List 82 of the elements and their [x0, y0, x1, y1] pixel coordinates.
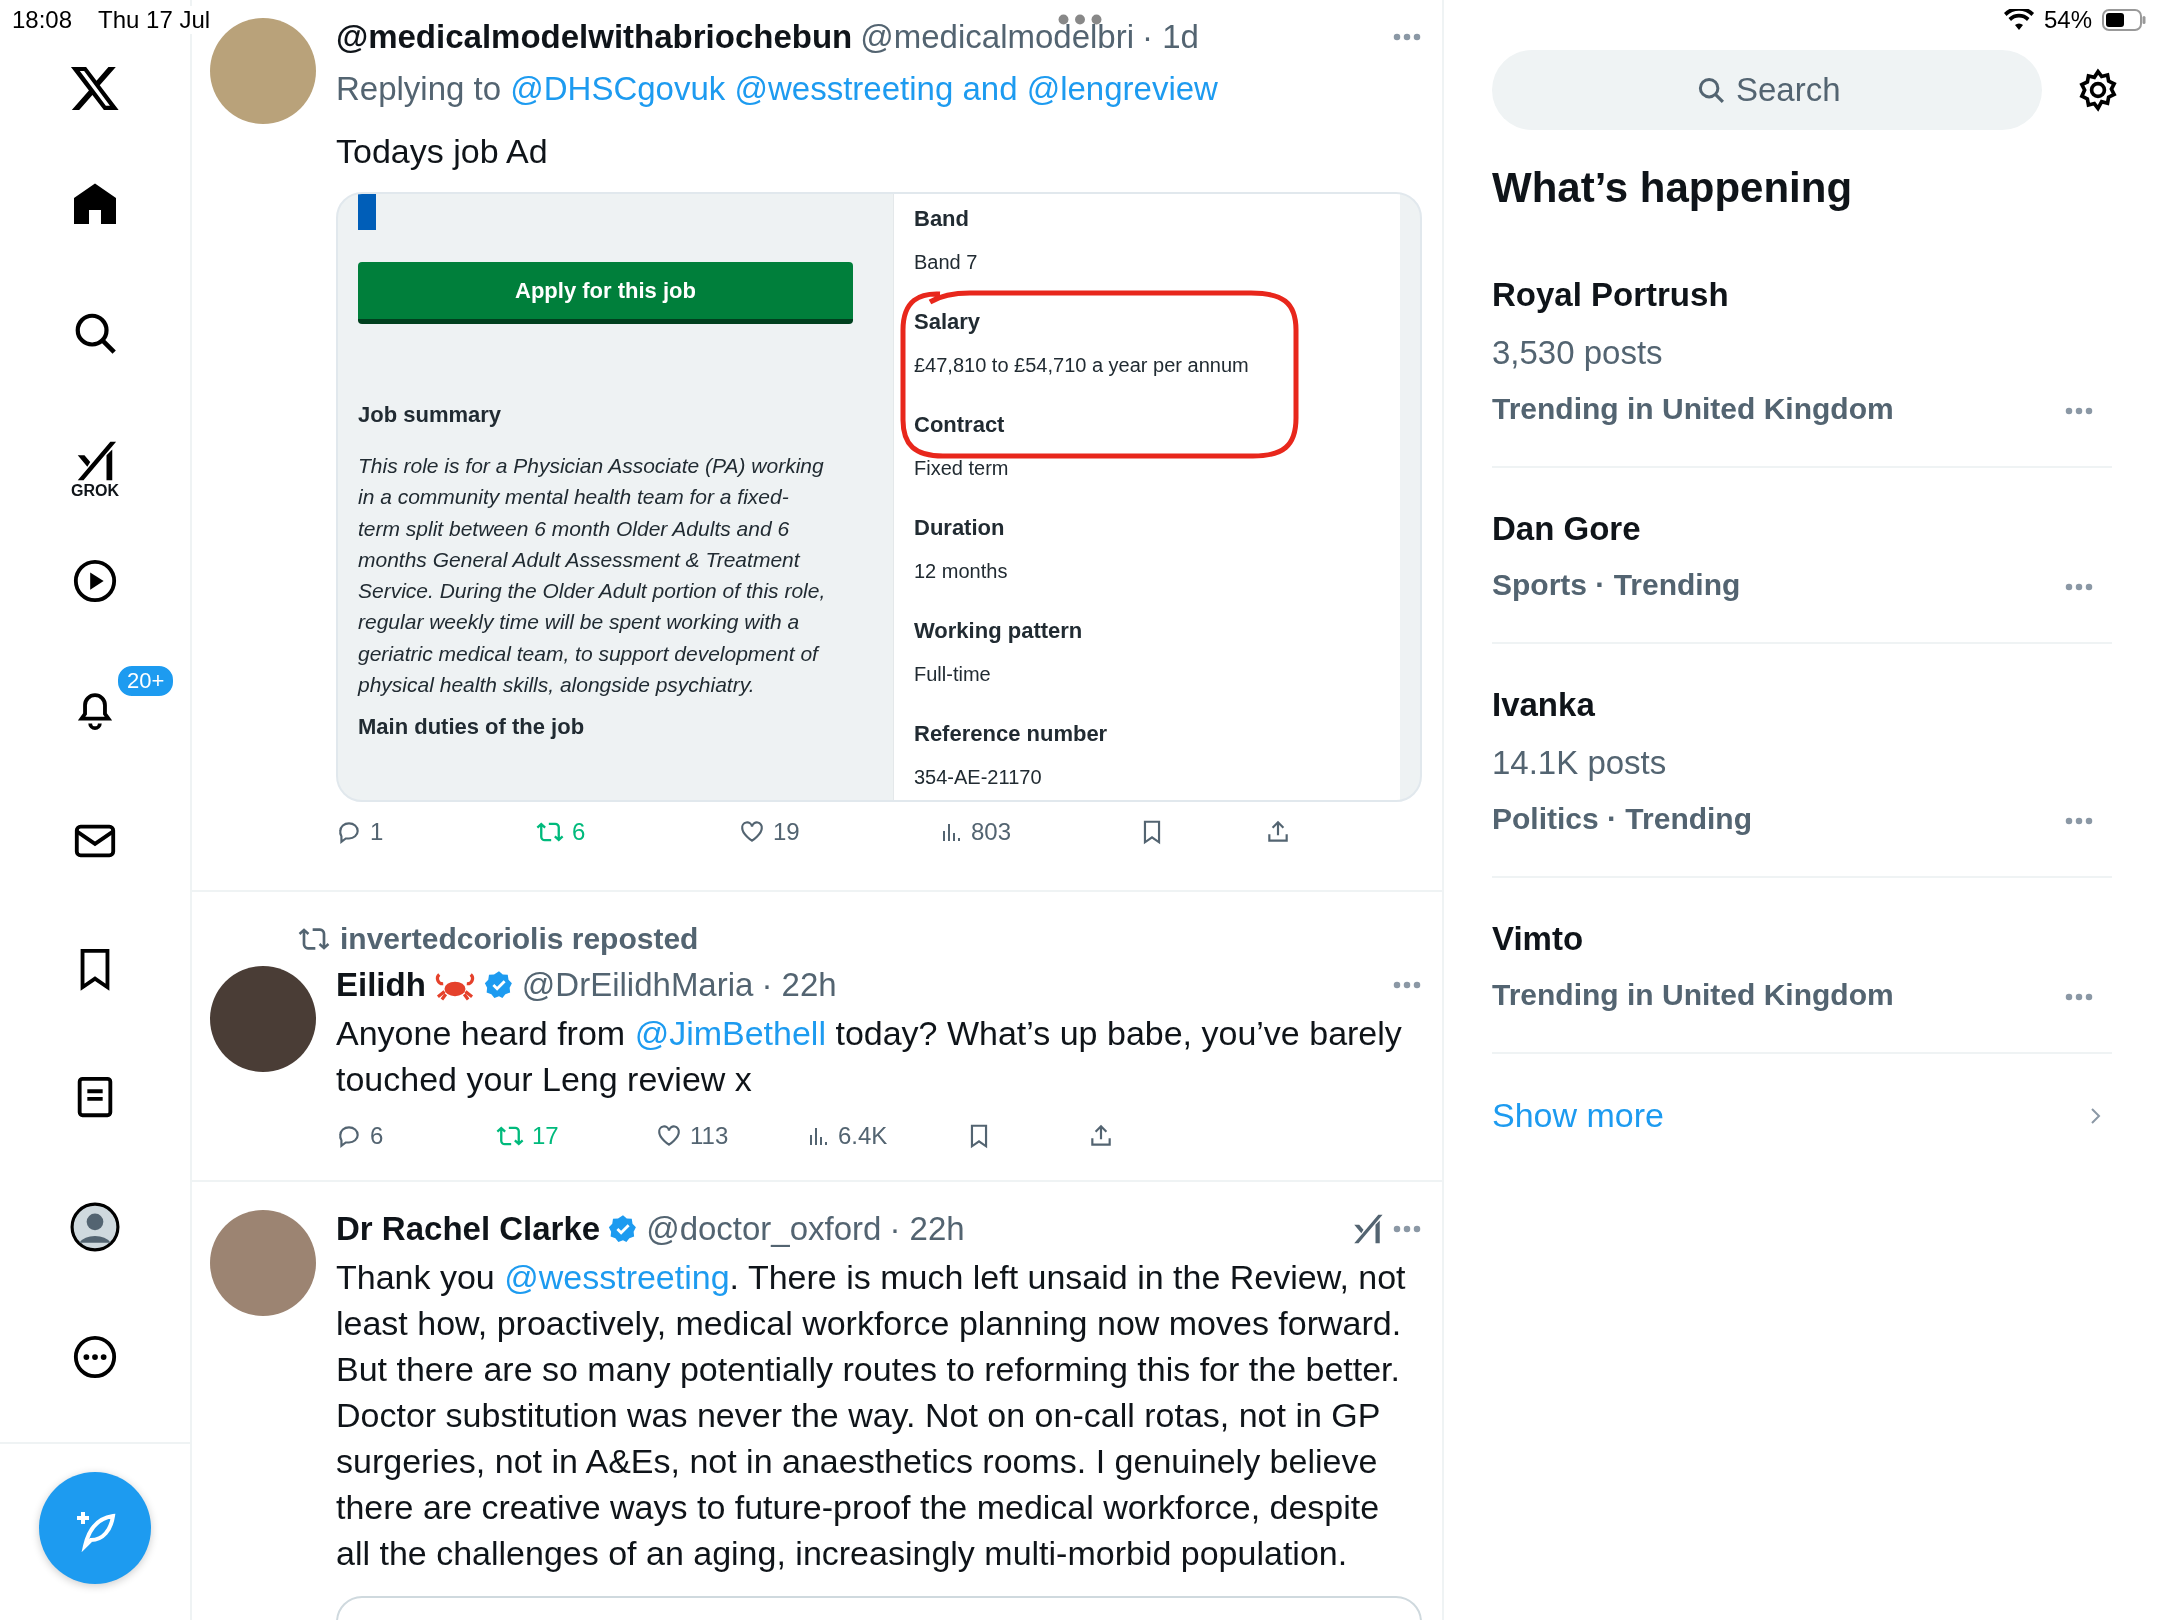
field-value: Fixed term: [914, 457, 1009, 480]
heart-icon: [739, 819, 765, 845]
more-options-icon[interactable]: [1392, 980, 1422, 990]
post-time[interactable]: · 1d: [1142, 18, 1199, 56]
field-value: Full-time: [914, 663, 991, 686]
trend-name: Royal Portrush: [1492, 276, 1730, 314]
speech-bubble-icon: [336, 819, 362, 845]
main-duties-heading: Main duties of the job: [358, 714, 586, 741]
verified-badge-icon: [483, 970, 514, 1000]
trend-context: Politics · Trending: [1492, 802, 1754, 836]
trend-context: Trending in United Kingdom: [1492, 978, 1895, 1012]
post-count: 3,530 posts: [1492, 334, 1664, 372]
compose-button[interactable]: [39, 1472, 151, 1584]
repost-label[interactable]: invertedcoriolis reposted: [340, 922, 699, 956]
reply-button[interactable]: 6: [336, 1122, 496, 1150]
share-icon[interactable]: [1088, 1123, 1114, 1149]
reply-button[interactable]: 1: [336, 818, 536, 846]
user-handle[interactable]: @doctor_oxford: [646, 1210, 882, 1248]
apply-button: Apply for this job: [358, 262, 853, 324]
status-date: Thu 17 Jul: [98, 6, 211, 34]
field-label: Reference number: [914, 721, 1108, 747]
field-value: £47,810 to £54,710 a year per annum: [914, 354, 1249, 377]
field-value: 12 months: [914, 560, 1008, 583]
trend-name: Dan Gore: [1492, 510, 1642, 548]
more-options-icon[interactable]: [2064, 582, 2094, 592]
more-options-icon[interactable]: [1392, 32, 1422, 42]
display-name[interactable]: Eilidh: [336, 966, 426, 1004]
profile-avatar-icon[interactable]: [70, 1202, 120, 1252]
speech-bubble-icon: [336, 1123, 362, 1149]
multitask-dots-icon[interactable]: [1058, 14, 1102, 25]
more-options-icon[interactable]: [2064, 992, 2094, 1002]
post-text: Thank you @wesstreeting. There is much left unsaid in the Review, not least how, proactively, medical workforce planning now moves forward. But there are so many potentially routes to reforming this for the better. Doctor substitution was never the way. Not on on-call rotas, not in GP surgeries, not in A&Es, not in anaesthetics rooms. I genuinely believe there are creative ways to future-proof the medical workforce, despite all the challenges of an aging, increasingly multi-morbid population.: [336, 1257, 1407, 1574]
play-icon[interactable]: [72, 558, 118, 604]
replying-to-text: Replying to @DHSCgovuk @wesstreeting and @lengreview: [336, 70, 1219, 108]
post-time[interactable]: · 22h: [761, 966, 837, 1004]
user-handle[interactable]: @medicalmodelbri: [860, 18, 1135, 56]
share-icon[interactable]: [1265, 819, 1291, 845]
job-summary-heading: Job summary: [358, 402, 503, 428]
like-button[interactable]: 113: [656, 1122, 806, 1150]
field-label: Contract: [914, 412, 1005, 438]
search-icon: [1696, 75, 1726, 105]
trend-item[interactable]: Dan Gore Sports · Trending: [1492, 510, 2112, 644]
more-options-icon[interactable]: [1392, 1224, 1422, 1234]
section-title: What’s happening: [1492, 164, 1854, 212]
job-summary-text: This role is for a Physician Associate (PA) working in a community mental health team for a fixed-term split between 6 month Older Adults and 6 months General Adult Assessment & Treatment Service. During the Older Adult portion of this role, regular weekly time will be spent working with a geriatric medical team, to support development of physical health skills, alongside psychiatry.: [358, 453, 826, 699]
views-button[interactable]: 6.4K: [806, 1122, 966, 1150]
field-label: Salary: [914, 309, 981, 335]
post-count: 14.1K posts: [1492, 744, 1668, 782]
trend-name: Vimto: [1492, 920, 1585, 958]
trend-context: Trending in United Kingdom: [1492, 392, 1895, 426]
heart-icon: [656, 1123, 682, 1149]
job-ad-screenshot[interactable]: [336, 192, 1422, 802]
status-time: 18:08: [12, 6, 73, 34]
field-value: 354-AE-21170: [914, 766, 1042, 789]
field-label: Band: [914, 206, 969, 232]
more-options-icon[interactable]: [2064, 406, 2094, 416]
display-name[interactable]: Dr Rachel Clarke: [336, 1210, 601, 1248]
battery-icon: [2102, 9, 2146, 31]
field-label: Working pattern: [914, 618, 1083, 644]
views-button[interactable]: 803: [939, 818, 1139, 846]
search-field[interactable]: Search: [1492, 50, 2042, 130]
trend-context: Sports · Trending: [1492, 568, 1742, 602]
more-options-icon[interactable]: [2064, 816, 2094, 826]
grok-nav-item[interactable]: GROK: [70, 438, 120, 500]
user-handle[interactable]: @DrEilidhMaria: [521, 966, 754, 1004]
trend-name: Ivanka: [1492, 686, 1596, 724]
like-button[interactable]: 19: [739, 818, 939, 846]
more-icon[interactable]: [72, 1334, 118, 1380]
post-time[interactable]: · 22h: [889, 1210, 965, 1248]
display-name[interactable]: @medicalmodelwithabriochebun: [336, 18, 853, 56]
notification-count: 20+: [116, 664, 176, 698]
field-value: Band 7: [914, 251, 978, 274]
trend-item[interactable]: Vimto Trending in United Kingdom: [1492, 920, 2112, 1054]
accent-bar: [358, 194, 376, 230]
field-label: Duration: [914, 515, 1005, 541]
trend-item[interactable]: Ivanka 14.1K posts Politics · Trending: [1492, 686, 2112, 878]
trend-item[interactable]: Royal Portrush 3,530 posts Trending in United Kingdom: [1492, 276, 2112, 468]
wifi-icon: [2003, 9, 2034, 31]
post-text: Todays job Ad: [336, 131, 549, 172]
verified-badge-icon: [608, 1214, 639, 1244]
post-text: Anyone heard from @JimBethell today? What’s up babe, you’ve barely touched your Leng review x: [336, 1013, 1403, 1100]
battery-percentage: 54%: [2043, 6, 2092, 34]
